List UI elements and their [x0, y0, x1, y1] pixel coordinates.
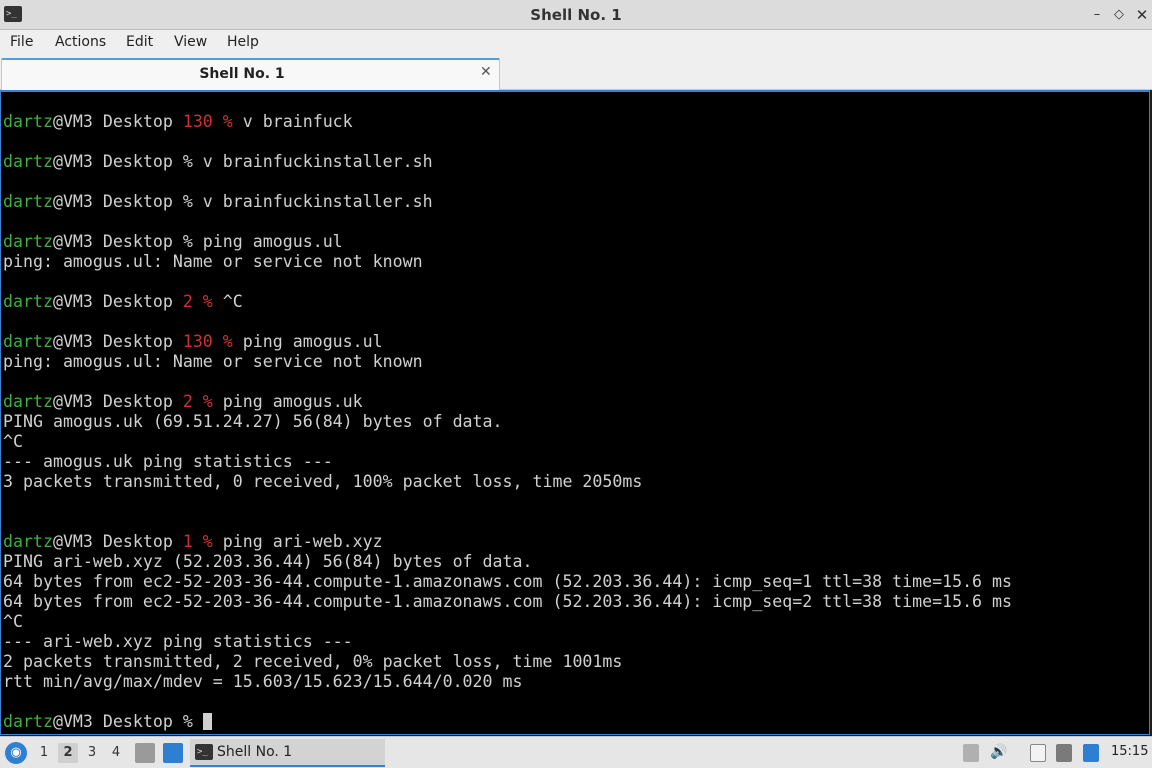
command-text: ping ari-web.xyz [212, 532, 383, 551]
menu-edit[interactable]: Edit [126, 34, 153, 50]
terminal-line: --- ari-web.xyz ping statistics --- [3, 632, 353, 651]
terminal-line: ping: amogus.ul: Name or service not kno… [3, 252, 423, 271]
network-icon[interactable] [1056, 744, 1072, 762]
terminal-line: dartz@VM3 Desktop 1 % ping ari-web.xyz [3, 532, 1012, 552]
window-title: Shell No. 1 [530, 6, 622, 24]
terminal-line: dartz@VM3 Desktop 130 % ping amogus.ul [3, 332, 1012, 352]
prompt-host: @VM3 Desktop [52, 112, 183, 131]
prompt-host: @VM3 Desktop % [52, 712, 203, 731]
bluetooth-icon[interactable] [1083, 744, 1099, 762]
command-text: v brainfuck [232, 112, 353, 131]
taskbar-task-shell[interactable]: >_ Shell No. 1 [190, 739, 385, 767]
workspace-4[interactable]: 4 [106, 743, 126, 763]
prompt-host: @VM3 Desktop % v brainfuckinstaller.sh [52, 152, 433, 171]
menu-view[interactable]: View [174, 34, 207, 50]
terminal-task-icon: >_ [195, 744, 213, 760]
terminal-line: ^C [3, 612, 23, 631]
prompt-user: dartz [3, 532, 53, 551]
arrow-up-icon[interactable] [963, 744, 979, 762]
volume-icon[interactable]: 🔊 [990, 744, 1007, 760]
prompt-exit-code: 130 % [182, 112, 233, 131]
terminal-line: 3 packets transmitted, 0 received, 100% … [3, 472, 643, 491]
terminal-line: 64 bytes from ec2-52-203-36-44.compute-1… [3, 592, 1013, 611]
terminal-line: PING ari-web.xyz (52.203.36.44) 56(84) b… [3, 552, 533, 571]
workspace-2[interactable]: 2 [58, 743, 78, 763]
command-text: ping amogus.ul [232, 332, 383, 351]
terminal-line: dartz@VM3 Desktop 130 % v brainfuck [3, 112, 1012, 132]
prompt-exit-code: 130 % [182, 332, 233, 351]
prompt-host: @VM3 Desktop [52, 392, 183, 411]
prompt-user: dartz [3, 712, 53, 731]
prompt-user: dartz [3, 332, 53, 351]
clock: 15:15 [1111, 744, 1149, 759]
terminal-line: --- amogus.uk ping statistics --- [3, 452, 333, 471]
terminal-line: dartz@VM3 Desktop % ping amogus.ul [3, 232, 1012, 252]
maximize-button[interactable]: ◇ [1108, 4, 1130, 26]
terminal-line: dartz@VM3 Desktop % v brainfuckinstaller… [3, 152, 1012, 172]
menu-actions[interactable]: Actions [55, 34, 106, 50]
prompt-exit-code: 1 % [182, 532, 213, 551]
prompt-user: dartz [3, 112, 53, 131]
prompt-host: @VM3 Desktop [52, 532, 183, 551]
terminal-line: ping: amogus.ul: Name or service not kno… [3, 352, 423, 371]
tab-close-icon[interactable]: ✕ [480, 64, 492, 80]
terminal-line: dartz@VM3 Desktop % v brainfuckinstaller… [3, 192, 1012, 212]
menu-bar: File Actions Edit View Help [0, 30, 1152, 56]
command-text: ping amogus.uk [212, 392, 363, 411]
prompt-exit-code: 2 % [182, 392, 213, 411]
prompt-user: dartz [3, 232, 53, 251]
text-cursor [202, 713, 212, 730]
terminal-line: rtt min/avg/max/mdev = 15.603/15.623/15.… [3, 672, 523, 691]
terminal-line: 64 bytes from ec2-52-203-36-44.compute-1… [3, 572, 1013, 591]
file-manager-icon[interactable] [135, 743, 155, 763]
clipboard-icon[interactable] [1030, 744, 1046, 762]
tab-strip: Shell No. 1 ✕ [0, 56, 1152, 90]
prompt-host: @VM3 Desktop [52, 332, 183, 351]
window-titlebar[interactable]: >_ Shell No. 1 – ◇ ✕ [0, 0, 1152, 30]
prompt-user: dartz [3, 292, 53, 311]
prompt-user: dartz [3, 152, 53, 171]
menu-file[interactable]: File [10, 34, 33, 50]
menu-help[interactable]: Help [227, 34, 259, 50]
prompt-host: @VM3 Desktop [52, 292, 183, 311]
close-button[interactable]: ✕ [1131, 4, 1152, 26]
prompt-host: @VM3 Desktop % v brainfuckinstaller.sh [52, 192, 433, 211]
tab-label: Shell No. 1 [199, 66, 285, 82]
taskbar: ◉ 1 2 3 4 >_ Shell No. 1 🔊 15:15 [0, 736, 1152, 768]
prompt-host: @VM3 Desktop % ping amogus.ul [52, 232, 343, 251]
terminal-line: ^C [3, 432, 23, 451]
workspace-3[interactable]: 3 [82, 743, 102, 763]
prompt-exit-code: 2 % [182, 292, 213, 311]
terminal-output: dartz@VM3 Desktop 130 % v brainfuck dartz… [3, 112, 1012, 732]
terminal-line: PING amogus.uk (69.51.24.27) 56(84) byte… [3, 412, 503, 431]
terminal-line: dartz@VM3 Desktop 2 % ^C [3, 292, 1012, 312]
tab-shell-1[interactable]: Shell No. 1 ✕ [1, 58, 500, 90]
minimize-button[interactable]: – [1086, 4, 1108, 26]
task-label: Shell No. 1 [217, 744, 293, 760]
terminal-line: 2 packets transmitted, 2 received, 0% pa… [3, 652, 623, 671]
terminal-view[interactable]: dartz@VM3 Desktop 130 % v brainfuck dartz… [0, 90, 1150, 735]
terminal-line: dartz@VM3 Desktop 2 % ping amogus.uk [3, 392, 1012, 412]
prompt-user: dartz [3, 392, 53, 411]
workspace-1[interactable]: 1 [34, 743, 54, 763]
terminal-line: dartz@VM3 Desktop % [3, 712, 1012, 732]
prompt-user: dartz [3, 192, 53, 211]
start-menu-icon[interactable]: ◉ [5, 742, 27, 764]
command-text: ^C [212, 292, 243, 311]
show-desktop-icon[interactable] [163, 743, 183, 763]
